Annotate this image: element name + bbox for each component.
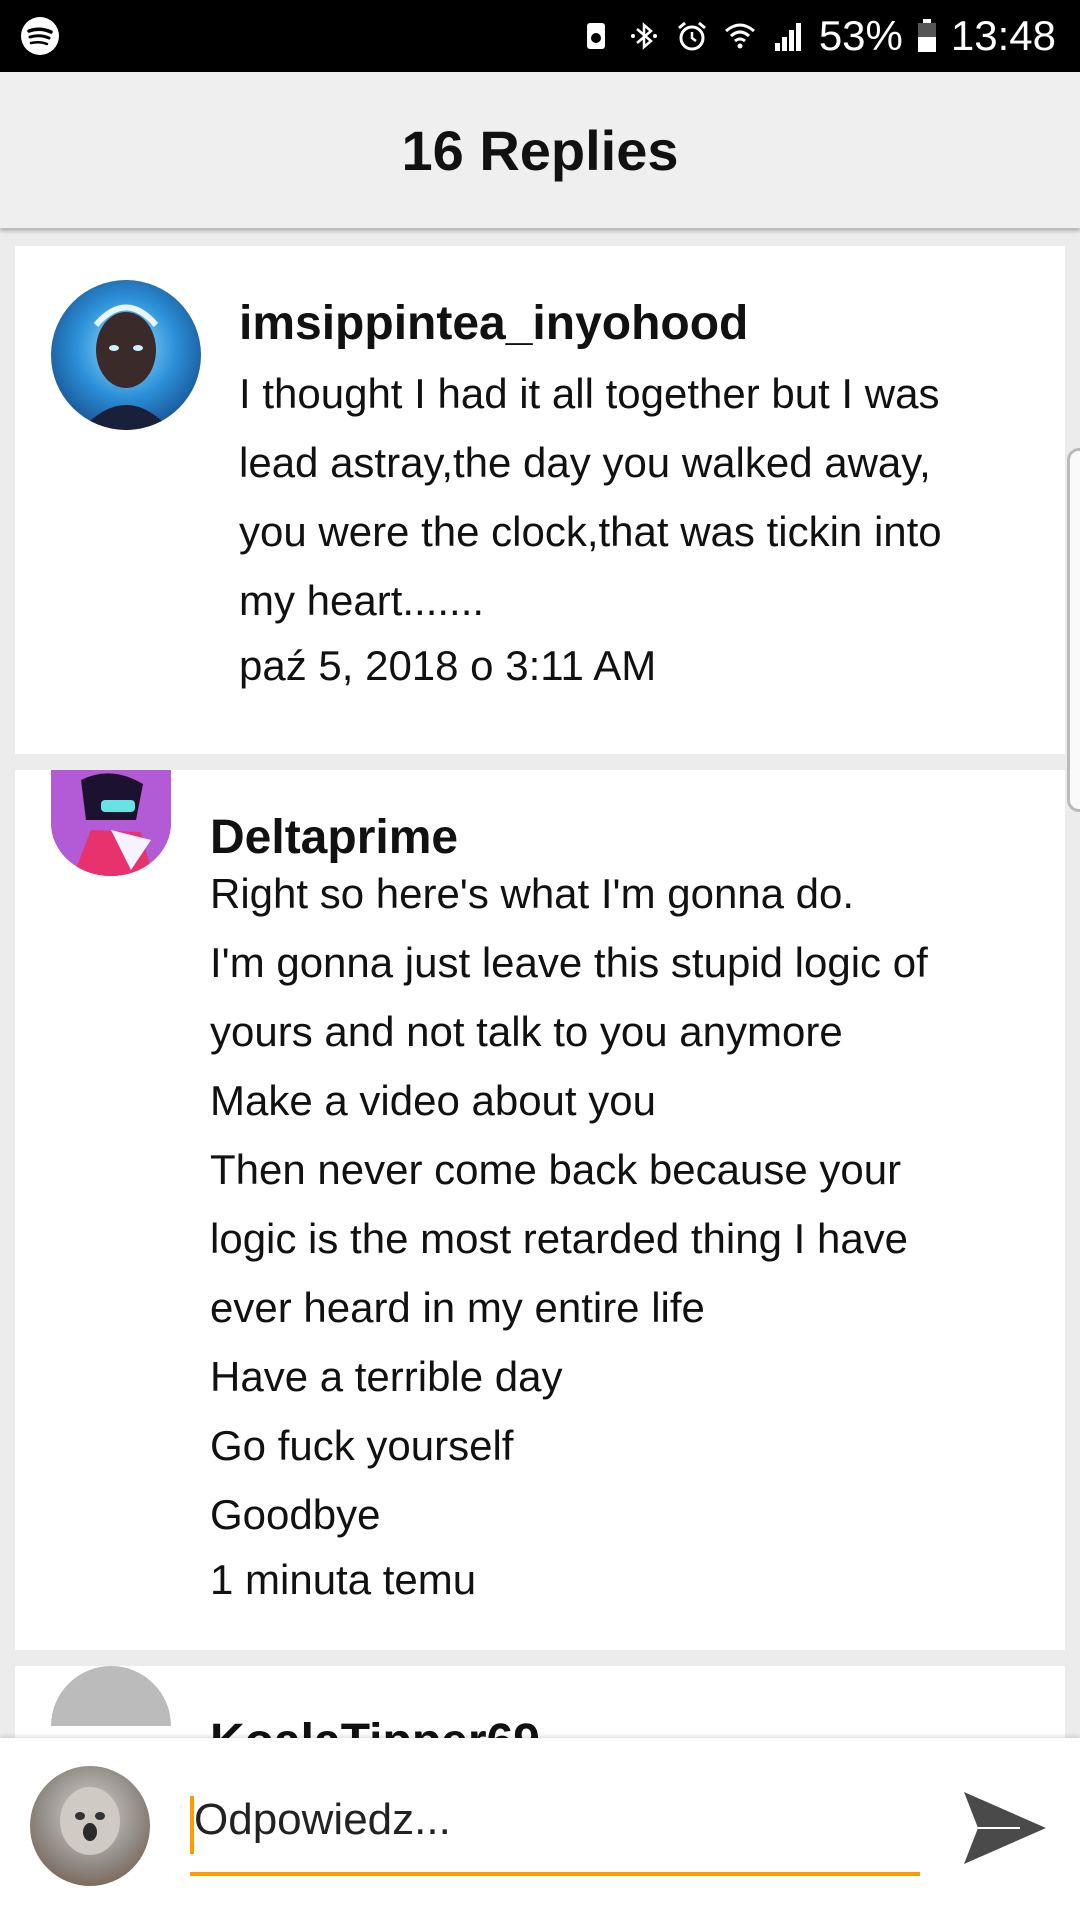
comment-text-line: I thought I had it all together but I wa…: [239, 370, 940, 417]
comment-text-line: Go fuck yourself: [210, 1422, 514, 1469]
comment-text-line: Have a terrible day: [210, 1353, 563, 1400]
reply-input-underline: [190, 1872, 920, 1876]
reply-input[interactable]: [190, 1780, 924, 1860]
replies-header: 16 Replies: [0, 72, 1080, 228]
comment-text-line: lead astray,the day you walked away,: [239, 439, 931, 486]
comment-text-line: Right so here's what I'm gonna do.: [210, 870, 855, 917]
wifi-icon: [724, 23, 755, 49]
comment-text-line: my heart.......: [239, 577, 485, 624]
bluetooth-icon: [630, 22, 657, 50]
avatar-image: [51, 770, 171, 876]
comment-text-line: ever heard in my entire life: [210, 1284, 705, 1331]
comment-card: imsippintea_inyohood I thought I had it …: [15, 246, 1065, 754]
avatar-image: [81, 304, 171, 430]
comment-text-line: logic is the most retarded thing I have: [210, 1215, 909, 1262]
comment-text-line: you were the clock,that was tickin into: [239, 508, 942, 555]
comment-text-line: Goodbye: [210, 1491, 381, 1538]
avatar[interactable]: [51, 770, 171, 876]
comment-username[interactable]: imsippintea_inyohood: [239, 296, 748, 351]
send-icon[interactable]: [960, 1786, 1050, 1870]
clock: 13:48: [950, 12, 1056, 59]
comment-card: Deltaprime Right so here's what I'm gonn…: [15, 770, 1065, 1650]
comment-text-line: Then never come back because your: [210, 1146, 902, 1193]
signal-icon: [774, 23, 801, 51]
avatar[interactable]: [51, 280, 201, 430]
status-bar: 53% 13:48: [0, 0, 1080, 72]
nfc-icon: [586, 23, 605, 49]
reply-bar: [0, 1738, 1080, 1920]
comment-username[interactable]: Deltaprime: [210, 810, 458, 865]
alarm-icon: [677, 21, 706, 51]
comment-timestamp: paź 5, 2018 o 3:11 AM: [239, 642, 657, 689]
battery-percent: 53%: [818, 12, 903, 59]
battery-icon: [917, 19, 936, 52]
page-title: 16 Replies: [401, 118, 679, 182]
comment-text-line: I'm gonna just leave this stupid logic o…: [210, 939, 928, 986]
avatar-image: [60, 1787, 120, 1855]
comment-timestamp: 1 minuta temu: [210, 1556, 477, 1603]
scroll-handle[interactable]: [1067, 448, 1080, 812]
avatar: [30, 1766, 150, 1886]
spotify-icon: [21, 17, 59, 55]
comment-text-line: yours and not talk to you anymore: [210, 1008, 843, 1055]
avatar[interactable]: [51, 1666, 171, 1726]
comment-text-line: Make a video about you: [210, 1077, 656, 1124]
